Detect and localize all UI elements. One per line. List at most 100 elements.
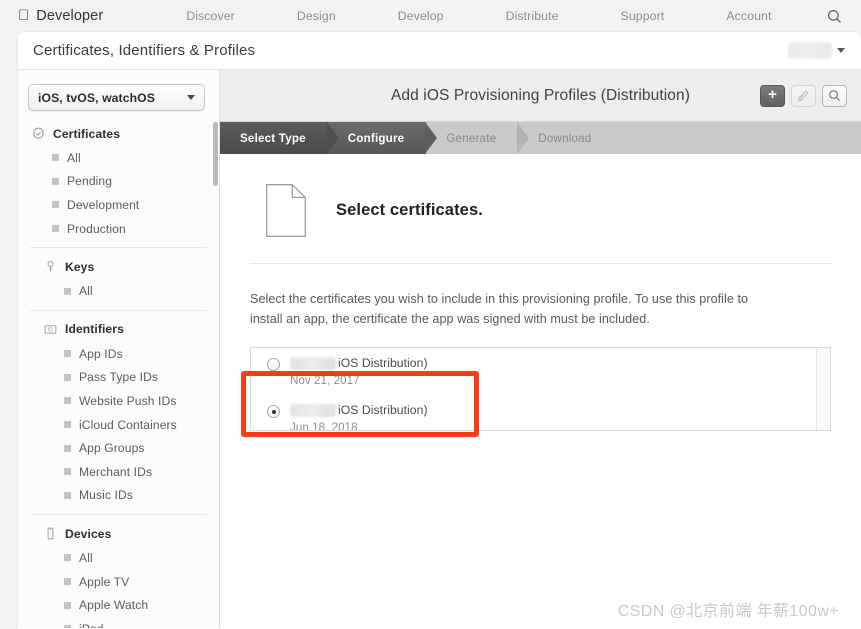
certificate-radio[interactable] [267, 358, 280, 372]
step-label: Generate [446, 131, 497, 145]
account-menu[interactable] [788, 42, 845, 59]
plus-icon: + [768, 86, 777, 103]
bullet-icon [64, 421, 71, 429]
sidebar-group-header-devices[interactable]: Devices [30, 524, 207, 546]
global-search-icon[interactable] [821, 3, 847, 29]
step-label: Select Type [240, 131, 306, 145]
watermark-text: CSDN @北京前端 年薪100w+ [617, 603, 839, 620]
bullet-icon [64, 601, 71, 609]
headline-row: Select certificates. [250, 184, 831, 264]
nav-link-account[interactable]: Account [695, 9, 802, 23]
document-page-icon [266, 184, 306, 237]
nav-link-support[interactable]: Support [590, 9, 696, 23]
sidebar: iOS, tvOS, watchOS Certificates All Pend… [18, 70, 220, 628]
sidebar-item-certificates-production[interactable]: Production [18, 217, 219, 241]
sidebar-item-keys-all[interactable]: All [30, 279, 207, 303]
sidebar-scrollbar[interactable] [213, 122, 218, 186]
step-select-type[interactable]: Select Type [220, 122, 339, 154]
developer-brand[interactable]:  Developer [18, 8, 103, 25]
global-nav:  Developer Discover Design Develop Dist… [0, 0, 861, 32]
sidebar-group-title: Certificates [53, 126, 121, 141]
sidebar-group-header-keys[interactable]: Keys [30, 257, 207, 279]
sidebar-item-app-ids[interactable]: App IDs [30, 342, 207, 366]
step-chevron-icon [326, 122, 339, 154]
key-icon [44, 260, 57, 273]
sidebar-item-label: All [67, 150, 81, 165]
main-panel: Add iOS Provisioning Profiles (Distribut… [220, 70, 861, 628]
main-content: Select certificates. Select the certific… [220, 154, 861, 432]
bullet-icon [64, 350, 71, 358]
bullet-icon [64, 468, 71, 476]
sidebar-group-certificates: Certificates All Pending Development Pro… [18, 117, 219, 240]
search-icon [829, 90, 840, 101]
chevron-down-icon [187, 95, 195, 100]
sidebar-item-label: Apple TV [79, 574, 130, 589]
step-download[interactable]: Download [518, 122, 613, 154]
card-body: iOS, tvOS, watchOS Certificates All Pend… [18, 70, 861, 628]
redacted-certificate-name [290, 356, 336, 370]
sidebar-group-title: Keys [65, 259, 95, 274]
certificate-name-line: iOS Distribution) [290, 356, 428, 370]
sidebar-item-label: iPad [79, 622, 104, 628]
svg-text:ID: ID [48, 327, 53, 333]
certificate-name-suffix: iOS Distribution) [338, 403, 428, 418]
nav-link-distribute[interactable]: Distribute [475, 9, 590, 23]
bullet-icon [64, 397, 71, 405]
nav-link-develop[interactable]: Develop [367, 9, 475, 23]
sidebar-group-header-identifiers[interactable]: ID Identifiers [30, 320, 207, 342]
step-breadcrumb: Select Type Configure Generate Download [220, 122, 861, 154]
sidebar-item-app-groups[interactable]: App Groups [30, 436, 207, 460]
bullet-icon [52, 154, 59, 162]
sidebar-item-label: All [79, 550, 93, 565]
search-button[interactable] [822, 84, 847, 107]
certificate-radio[interactable] [267, 405, 280, 419]
certificate-row[interactable]: iOS Distribution) Nov 21, 2017 [251, 348, 830, 395]
step-generate[interactable]: Generate [426, 122, 530, 154]
description-text: Select the certificates you wish to incl… [250, 292, 749, 326]
sidebar-group-header-certificates[interactable]: Certificates [18, 124, 219, 146]
sidebar-item-label: Website Push IDs [79, 393, 177, 408]
step-configure[interactable]: Configure [327, 122, 438, 154]
sidebar-item-pass-type-ids[interactable]: Pass Type IDs [30, 366, 207, 390]
bullet-icon [64, 491, 71, 499]
bullet-icon [52, 225, 59, 233]
sidebar-group-keys: Keys All [30, 247, 207, 303]
apple-logo-icon:  [18, 8, 29, 23]
sidebar-item-label: App IDs [79, 346, 123, 361]
add-button[interactable]: + [760, 84, 785, 107]
device-phone-icon [44, 527, 57, 540]
os-platform-select[interactable]: iOS, tvOS, watchOS [28, 84, 205, 111]
edit-button[interactable] [791, 84, 816, 107]
sidebar-item-label: Music IDs [79, 488, 133, 503]
sidebar-item-apple-watch[interactable]: Apple Watch [30, 593, 207, 617]
sidebar-item-certificates-all[interactable]: All [18, 146, 219, 170]
sidebar-item-label: Apple Watch [79, 598, 149, 613]
bullet-icon [64, 287, 71, 295]
certificate-date: Nov 21, 2017 [290, 374, 360, 388]
sidebar-item-label: Pass Type IDs [79, 370, 159, 385]
sidebar-item-ipad[interactable]: iPad [30, 617, 207, 628]
id-badge-icon: ID [44, 323, 57, 336]
sidebar-item-icloud-containers[interactable]: iCloud Containers [30, 413, 207, 437]
certificate-list-scrollbar[interactable] [816, 348, 830, 431]
sidebar-group-devices: Devices All Apple TV Apple Watch iPad [30, 514, 207, 628]
sidebar-item-music-ids[interactable]: Music IDs [30, 484, 207, 508]
sidebar-item-certificates-pending[interactable]: Pending [18, 170, 219, 194]
sidebar-item-certificates-development[interactable]: Development [18, 193, 219, 217]
brand-label: Developer [25, 8, 103, 24]
certificate-row[interactable]: iOS Distribution) Jun 18, 2018 [251, 395, 830, 430]
sidebar-group-identifiers: ID Identifiers App IDs Pass Type IDs Web… [30, 309, 207, 508]
sidebar-item-label: Merchant IDs [79, 464, 153, 479]
sidebar-item-label: App Groups [79, 441, 145, 456]
sidebar-item-devices-all[interactable]: All [30, 546, 207, 570]
sidebar-item-label: Production [67, 221, 126, 236]
nav-link-discover[interactable]: Discover [155, 9, 266, 23]
sidebar-item-apple-tv[interactable]: Apple TV [30, 570, 207, 594]
sidebar-item-merchant-ids[interactable]: Merchant IDs [30, 460, 207, 484]
bullet-icon [64, 578, 71, 586]
certificate-list: iOS Distribution) Nov 21, 2017 iOS Distr… [250, 347, 831, 432]
os-platform-select-value: iOS, tvOS, watchOS [38, 90, 155, 105]
sidebar-item-label: iCloud Containers [79, 417, 177, 432]
sidebar-item-website-push-ids[interactable]: Website Push IDs [30, 389, 207, 413]
nav-link-design[interactable]: Design [266, 9, 367, 23]
